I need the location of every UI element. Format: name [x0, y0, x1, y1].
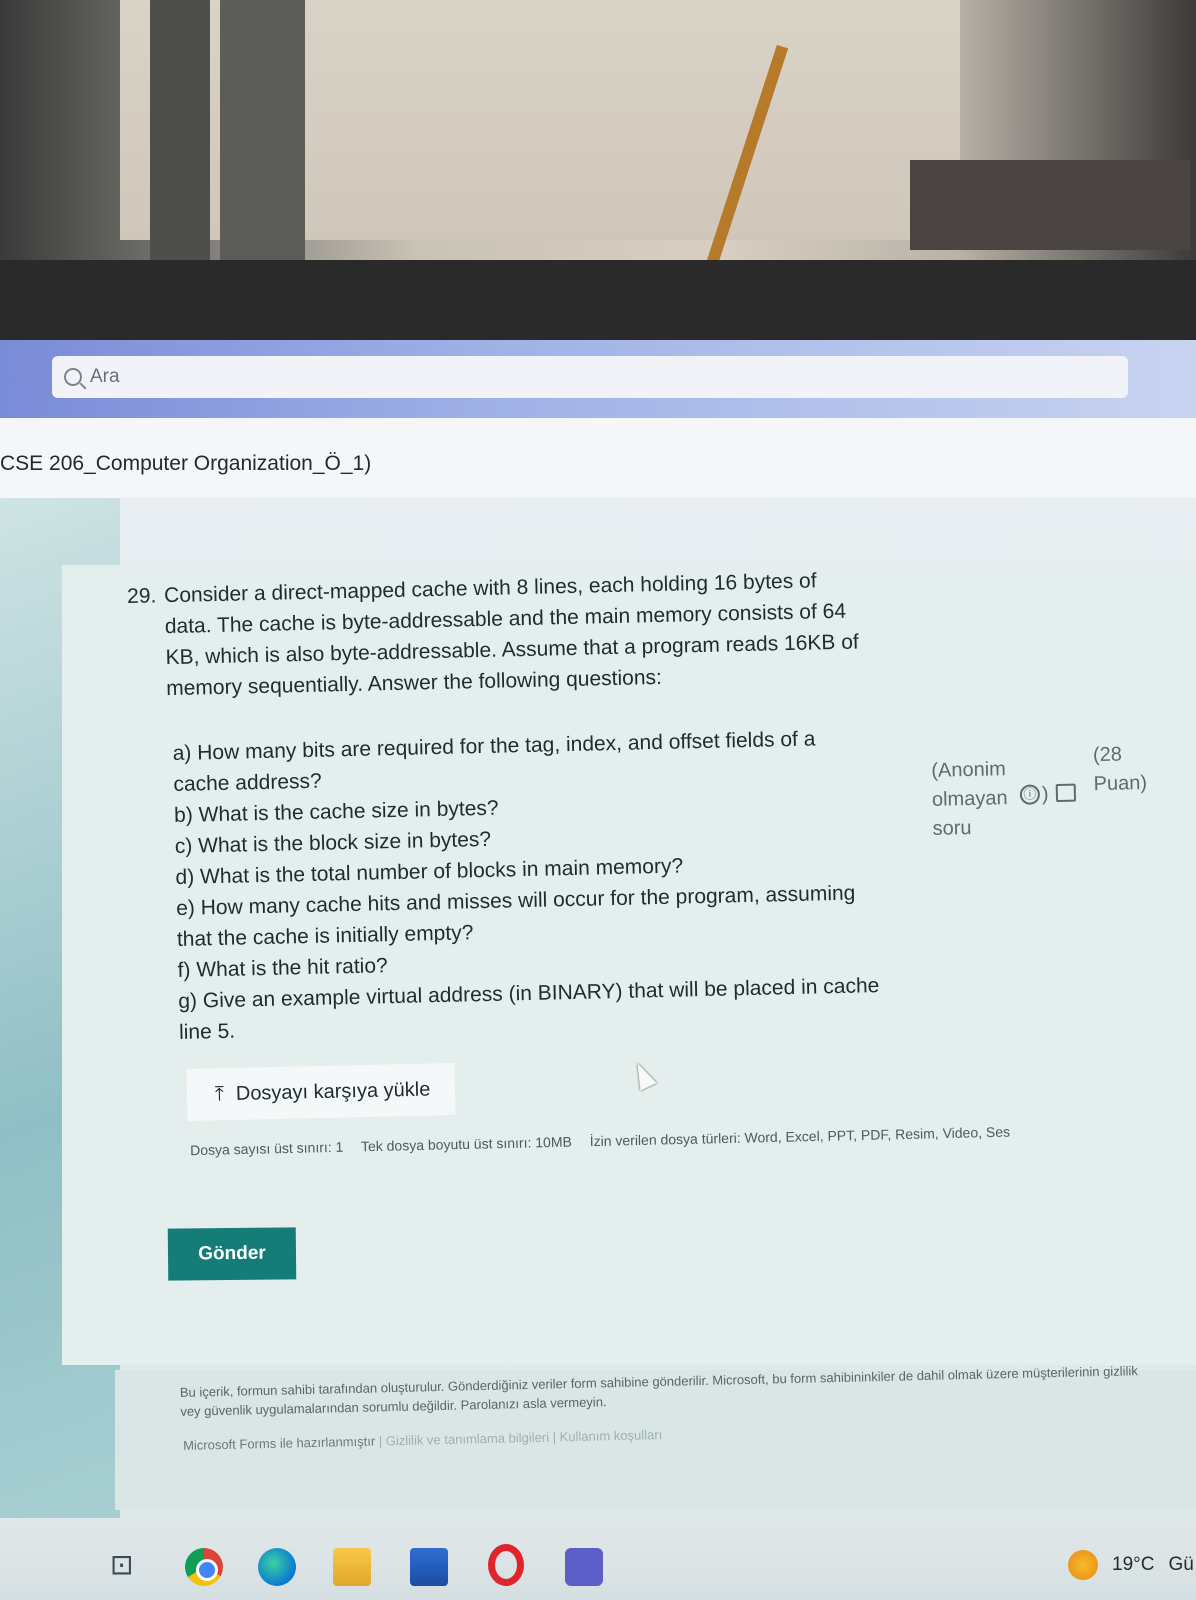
subquestion-list: a) How many bits are required for the ta…: [172, 721, 939, 1048]
submit-button[interactable]: Gönder: [167, 1227, 297, 1281]
link-separator: |: [548, 1429, 560, 1445]
edge-icon[interactable]: [258, 1548, 296, 1586]
link-separator: |: [375, 1433, 386, 1449]
shelf: [910, 160, 1190, 250]
weather-text: Gü: [1168, 1554, 1194, 1575]
immersive-reader-icon[interactable]: [1055, 783, 1077, 803]
anonymity-label: (Anonim olmayan soru: [931, 758, 1008, 840]
photo-background: [0, 0, 1196, 340]
points-label: (28 Puan): [1092, 743, 1148, 796]
weather-widget[interactable]: 19°C Gü: [1068, 1550, 1194, 1580]
terms-link[interactable]: Kullanım koşulları: [559, 1427, 662, 1444]
search-input[interactable]: Ara: [52, 356, 1128, 398]
question-number: 29.: [126, 584, 157, 609]
question-meta: (Anonim olmayan soru ⓘ ) (28 Puan): [931, 744, 1183, 847]
opera-icon[interactable]: [488, 1544, 524, 1586]
chrome-icon[interactable]: [185, 1548, 223, 1586]
monitor-bezel: [0, 260, 1196, 340]
info-icon[interactable]: ⓘ: [1019, 784, 1041, 805]
search-icon: [64, 368, 82, 386]
teams-icon[interactable]: [565, 1548, 603, 1586]
question: 29. Consider a direct-mapped cache with …: [127, 563, 927, 1049]
mail-icon[interactable]: [410, 1548, 448, 1586]
chair-bar: [150, 0, 210, 260]
form-title: CSE 206_Computer Organization_Ö_1): [0, 452, 372, 475]
taskbar: ⊡ 19°C Gü: [0, 1518, 1196, 1600]
browser-topbar: Ara: [0, 340, 1196, 418]
question-text: Consider a direct-mapped cache with 8 li…: [163, 569, 859, 701]
upload-file-button[interactable]: ⤒ Dosyayı karşıya yükle: [186, 1062, 456, 1122]
sun-icon: [1068, 1550, 1098, 1580]
monitor-screen: Ara CSE 206_Computer Organization_Ö_1) 2…: [0, 340, 1196, 1600]
upload-icon: ⤒: [214, 1082, 225, 1105]
upload-label: Dosyayı karşıya yükle: [235, 1078, 431, 1105]
paren-close: ): [1041, 783, 1049, 806]
search-placeholder: Ara: [90, 366, 120, 387]
widgets-icon[interactable]: ⊡: [110, 1548, 148, 1586]
file-explorer-icon[interactable]: [333, 1548, 371, 1586]
weather-temp: 19°C: [1112, 1554, 1155, 1575]
